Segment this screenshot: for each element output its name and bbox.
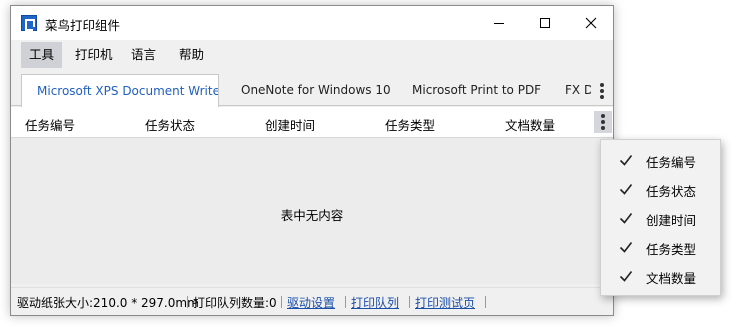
empty-table-message: 表中无内容 — [280, 208, 344, 223]
printer-tabs: Microsoft XPS Document Writer OneNote fo… — [11, 68, 613, 107]
column-menu-button[interactable] — [594, 111, 612, 133]
menu-tools[interactable]: 工具 — [21, 42, 63, 68]
menu-help[interactable]: 帮助 — [171, 42, 212, 68]
close-button[interactable] — [568, 6, 614, 40]
menu-language[interactable]: 语言 — [123, 42, 164, 68]
checkmark-icon — [619, 242, 633, 253]
maximize-button[interactable] — [522, 6, 568, 40]
minimize-button[interactable] — [476, 6, 522, 40]
minimize-icon — [494, 23, 504, 24]
column-menu-label: 创建时间 — [646, 213, 697, 228]
checkmark-icon — [619, 184, 633, 195]
column-created-time[interactable]: 创建时间 — [265, 115, 315, 134]
status-bar: 驱动纸张大小:210.0 * 297.0mm 打印队列数量:0 驱动设置 打印队… — [11, 287, 613, 315]
print-test-page-link[interactable]: 打印测试页 — [415, 294, 475, 311]
column-menu-label: 任务类型 — [646, 242, 697, 257]
driver-settings-link[interactable]: 驱动设置 — [287, 294, 335, 311]
checkmark-icon — [619, 155, 633, 166]
more-vertical-icon[interactable] — [597, 82, 607, 100]
column-menu-item[interactable]: 创建时间 — [601, 204, 720, 233]
column-task-status[interactable]: 任务状态 — [145, 115, 195, 134]
column-menu-label: 任务编号 — [646, 155, 697, 170]
tab-print-to-pdf[interactable]: Microsoft Print to PDF — [412, 74, 562, 106]
menu-printer[interactable]: 打印机 — [67, 42, 121, 68]
column-task-type[interactable]: 任务类型 — [385, 115, 435, 134]
app-logo-icon — [21, 15, 37, 31]
tab-onenote[interactable]: OneNote for Windows 10 — [241, 74, 391, 106]
close-icon — [585, 17, 597, 29]
tab-fx[interactable]: FX D — [565, 74, 591, 106]
window-title: 菜鸟打印组件 — [45, 18, 121, 33]
column-menu-label: 任务状态 — [646, 184, 697, 199]
checkmark-icon — [619, 213, 633, 224]
paper-size-text: 驱动纸张大小:210.0 * 297.0mm — [17, 296, 199, 310]
column-task-id[interactable]: 任务编号 — [25, 115, 75, 134]
checkmark-icon — [619, 271, 633, 282]
more-vertical-icon — [598, 113, 608, 131]
table-header: 任务编号 任务状态 创建时间 任务类型 文档数量 — [11, 107, 613, 138]
column-visibility-menu: 任务编号 任务状态 创建时间 任务类型 文档数量 — [600, 139, 721, 296]
title-bar: 菜鸟打印组件 — [11, 6, 613, 40]
column-doc-count[interactable]: 文档数量 — [505, 115, 555, 134]
queue-count-text: 打印队列数量:0 — [193, 296, 277, 310]
menu-bar: 工具 打印机 语言 帮助 — [11, 40, 613, 68]
app-window: 菜鸟打印组件 工具 打印机 语言 帮助 Microsoft XPS Docume… — [10, 5, 614, 316]
column-menu-item[interactable]: 任务状态 — [601, 175, 720, 204]
tab-xps-writer[interactable]: Microsoft XPS Document Writer — [21, 74, 219, 107]
maximize-icon — [540, 18, 550, 28]
column-menu-item[interactable]: 文档数量 — [601, 262, 720, 291]
print-queue-link[interactable]: 打印队列 — [351, 294, 399, 311]
table-body: 表中无内容 — [11, 138, 613, 284]
column-menu-label: 文档数量 — [646, 271, 697, 286]
column-menu-item[interactable]: 任务编号 — [601, 146, 720, 175]
column-menu-item[interactable]: 任务类型 — [601, 233, 720, 262]
